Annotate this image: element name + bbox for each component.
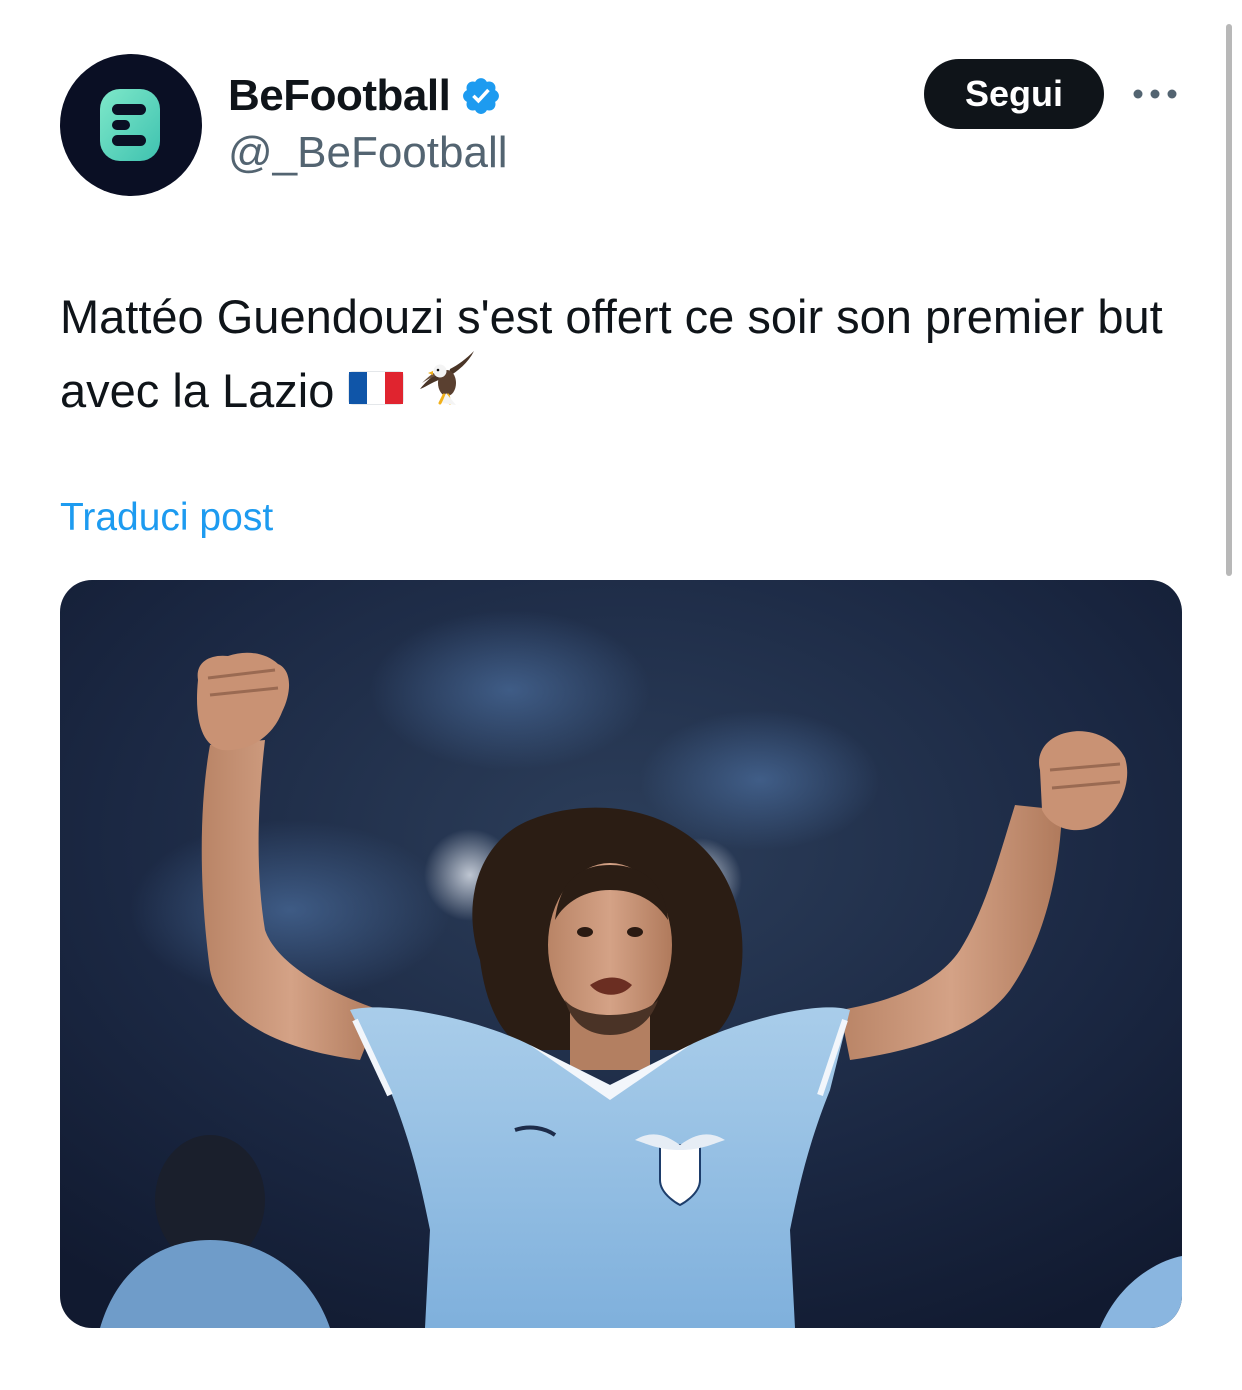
author-display-name[interactable]: BeFootball xyxy=(228,71,451,121)
author-name-row[interactable]: BeFootball xyxy=(228,66,502,126)
post-media-photo[interactable] xyxy=(60,580,1182,1328)
post-text-container: Mattéo Guendouzi s'est offert ce soir so… xyxy=(60,280,1170,430)
translate-post-link[interactable]: Traduci post xyxy=(60,496,273,540)
author-handle[interactable]: @_BeFootball xyxy=(228,128,508,178)
follow-button[interactable]: Segui xyxy=(924,59,1104,129)
scrollbar[interactable] xyxy=(1226,24,1232,576)
more-options-icon xyxy=(1133,89,1177,99)
avatar[interactable] xyxy=(60,54,202,196)
verified-badge-icon xyxy=(460,75,502,117)
player-celebration-photo xyxy=(60,580,1182,1328)
more-options-button[interactable] xyxy=(1128,74,1182,114)
post-text: Mattéo Guendouzi s'est offert ce soir so… xyxy=(60,290,1163,417)
befootball-logo-icon xyxy=(100,89,160,161)
flag-france-icon xyxy=(348,354,405,428)
eagle-icon xyxy=(414,349,480,430)
